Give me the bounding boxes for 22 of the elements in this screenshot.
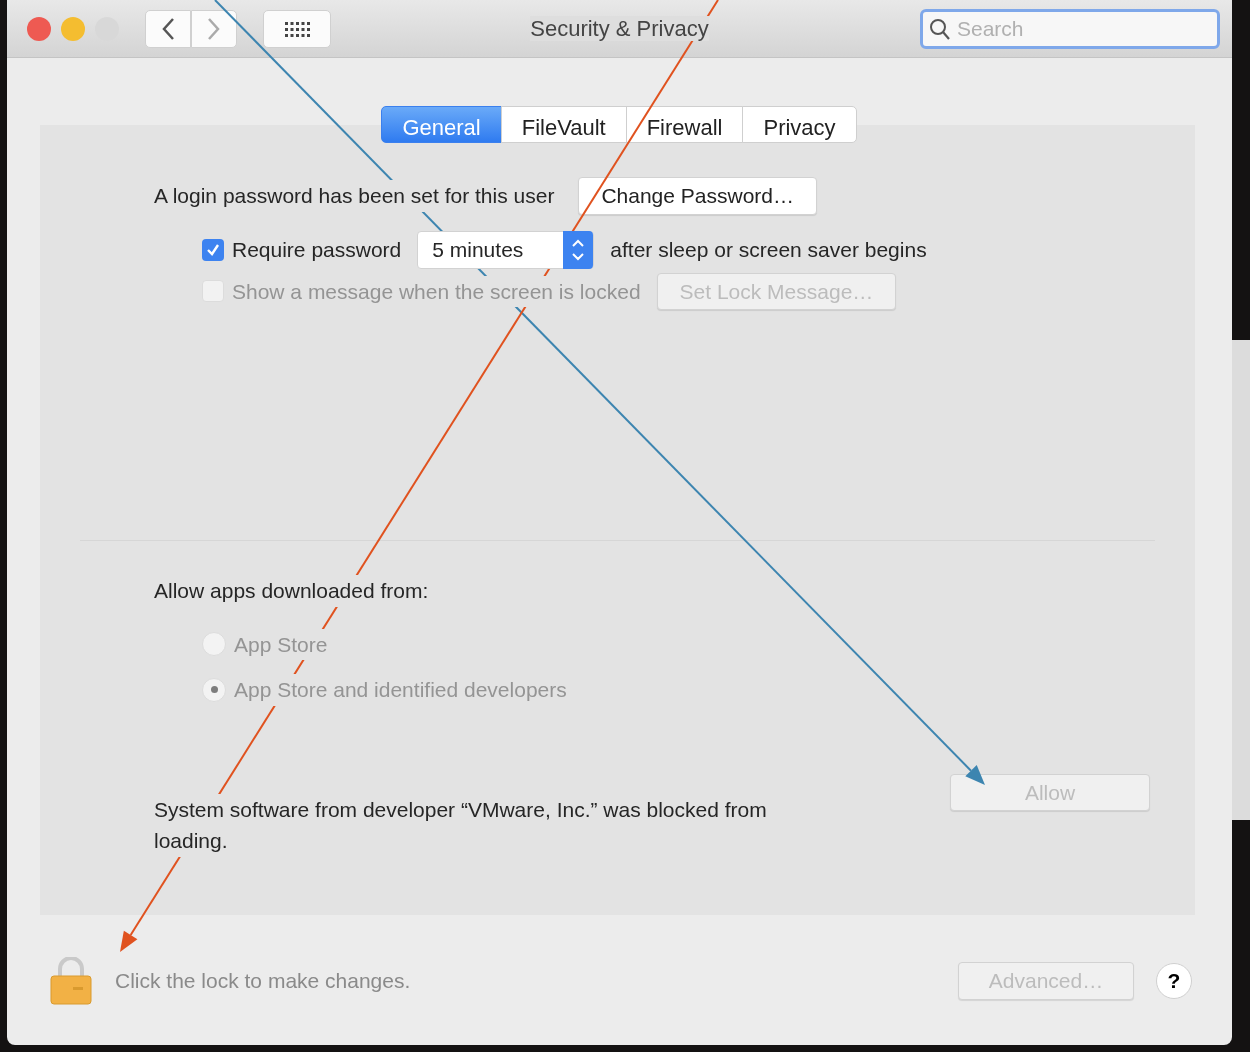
window-title: Security & Privacy xyxy=(530,16,709,41)
tab[interactable]: Privacy xyxy=(742,106,857,143)
login-password-label: A login password has been set for this user xyxy=(154,180,555,212)
help-button[interactable]: ? xyxy=(1156,963,1192,999)
radio-label: App Store and identified developers xyxy=(234,674,567,706)
lock-message-label: Show a message when the screen is locked xyxy=(232,275,641,307)
radio-label: App Store xyxy=(234,628,328,660)
delay-dropdown[interactable]: 5 minutes xyxy=(417,230,595,269)
show-all-button[interactable] xyxy=(263,9,331,48)
minimize-button[interactable] xyxy=(61,16,85,41)
chevron-right-icon xyxy=(207,16,221,41)
chevron-left-icon xyxy=(161,16,175,41)
tab[interactable]: FileVault xyxy=(500,106,627,143)
allow-apps-heading: Allow apps downloaded from: xyxy=(154,575,429,607)
close-button[interactable] xyxy=(27,16,51,41)
back-button[interactable] xyxy=(145,9,191,48)
grid-icon xyxy=(284,19,310,38)
tab[interactable]: Firewall xyxy=(625,106,744,143)
search-field[interactable]: Search xyxy=(920,8,1220,49)
checkbox[interactable] xyxy=(202,238,224,261)
change-password-button[interactable]: Change Password… xyxy=(578,177,817,215)
padlock-icon[interactable] xyxy=(49,957,93,1005)
